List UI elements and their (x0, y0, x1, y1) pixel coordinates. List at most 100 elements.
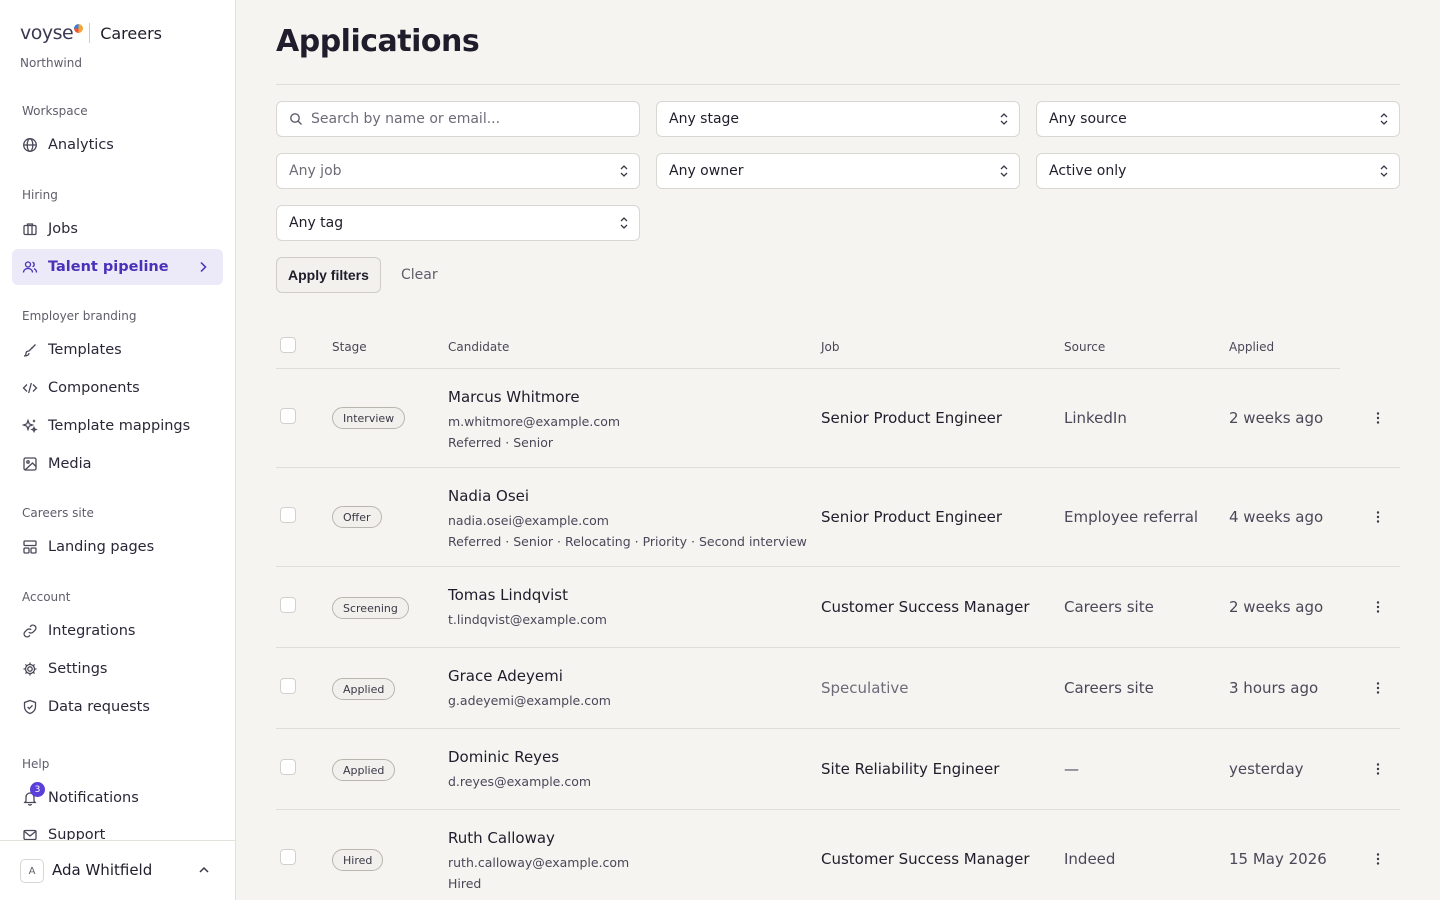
job-select-value: Any job (289, 163, 342, 179)
chevron-up-icon (199, 866, 209, 873)
more-options-icon[interactable] (1370, 680, 1386, 696)
sidebar-item-talent-pipeline[interactable]: Talent pipeline (12, 249, 223, 285)
owner-select[interactable]: Any owner (656, 153, 1020, 189)
users-icon (22, 259, 38, 275)
table-row[interactable]: Applied Grace Adeyemi g.adeyemi@example.… (276, 648, 1400, 729)
applied-date: 2 weeks ago (1229, 598, 1324, 616)
logo[interactable]: voyse (20, 22, 84, 44)
briefcase-icon (22, 221, 38, 237)
select-arrows-icon (620, 217, 628, 229)
sidebar-item-label: Integrations (48, 623, 136, 639)
candidate-email: t.lindqvist@example.com (448, 612, 607, 627)
source-value: Careers site (1064, 679, 1154, 697)
user-menu[interactable]: A Ada Whitfield (0, 840, 235, 900)
avatar: A (20, 859, 44, 883)
stage-select[interactable]: Any stage (656, 101, 1020, 137)
sidebar-item-settings[interactable]: Settings (12, 651, 223, 687)
table-row[interactable]: Offer Nadia Osei nadia.osei@example.com … (276, 468, 1400, 567)
table-header: Stage Candidate Job Source Applied (276, 330, 1340, 369)
column-header-candidate[interactable]: Candidate (448, 340, 509, 354)
stage-badge: Applied (332, 678, 396, 700)
row-checkbox[interactable] (280, 849, 296, 865)
more-options-icon[interactable] (1370, 599, 1386, 615)
source-select[interactable]: Any source (1036, 101, 1400, 137)
search-input[interactable]: Search by name or email... (276, 101, 640, 137)
stage-badge: Offer (332, 506, 382, 528)
sidebar-item-analytics[interactable]: Analytics (12, 127, 223, 163)
org-name: Northwind (20, 56, 82, 70)
sidebar-item-label: Data requests (48, 699, 150, 715)
more-options-icon[interactable] (1370, 509, 1386, 525)
select-arrows-icon (1380, 165, 1388, 177)
candidate-email: nadia.osei@example.com (448, 513, 609, 528)
sidebar-item-components[interactable]: Components (12, 370, 223, 406)
main-content: Applications Search by name or email... … (276, 0, 1400, 900)
clear-filters-button[interactable]: Clear (401, 257, 438, 293)
candidate-name[interactable]: Nadia Osei (448, 487, 529, 505)
brush-icon (22, 342, 38, 358)
stage-badge: Hired (332, 849, 384, 871)
sidebar-item-templates[interactable]: Templates (12, 332, 223, 368)
sidebar-item-label: Components (48, 380, 140, 396)
row-checkbox[interactable] (280, 759, 296, 775)
status-select-value: Active only (1049, 163, 1127, 179)
table-row[interactable]: Hired Ruth Calloway ruth.calloway@exampl… (276, 810, 1400, 900)
job-select[interactable]: Any job (276, 153, 640, 189)
shield-check-icon (22, 699, 38, 715)
table-row[interactable]: Interview Marcus Whitmore m.whitmore@exa… (276, 369, 1400, 468)
more-options-icon[interactable] (1370, 851, 1386, 867)
sidebar-item-support[interactable]: Support (12, 818, 223, 840)
tag-select[interactable]: Any tag (276, 205, 640, 241)
applied-date: 4 weeks ago (1229, 508, 1324, 526)
sparkles-icon (22, 418, 38, 434)
apply-filters-button[interactable]: Apply filters (276, 257, 381, 293)
nav-section-account: Account (22, 590, 71, 604)
select-all-checkbox[interactable] (280, 337, 296, 353)
candidate-email: ruth.calloway@example.com (448, 855, 630, 870)
more-options-icon[interactable] (1370, 410, 1386, 426)
sidebar-item-integrations[interactable]: Integrations (12, 613, 223, 649)
row-checkbox[interactable] (280, 678, 296, 694)
sidebar-item-label: Landing pages (48, 539, 155, 555)
candidate-email: d.reyes@example.com (448, 774, 592, 789)
table-row[interactable]: Applied Dominic Reyes d.reyes@example.co… (276, 729, 1400, 810)
candidate-name[interactable]: Ruth Calloway (448, 829, 555, 847)
more-options-icon[interactable] (1370, 761, 1386, 777)
candidate-name[interactable]: Dominic Reyes (448, 748, 559, 766)
job-title: Senior Product Engineer (821, 409, 1003, 427)
select-arrows-icon (620, 165, 628, 177)
row-checkbox[interactable] (280, 408, 296, 424)
logo-mark-icon (74, 24, 84, 33)
header-divider (276, 84, 1400, 85)
candidate-tags: Referred · Senior (448, 435, 554, 450)
candidate-name[interactable]: Tomas Lindqvist (448, 586, 568, 604)
status-select[interactable]: Active only (1036, 153, 1400, 189)
nav-section-hiring: Hiring (22, 188, 58, 202)
sidebar-item-notifications[interactable]: 3 Notifications (12, 780, 223, 816)
layout-icon (22, 539, 38, 555)
sidebar-item-template-mappings[interactable]: Template mappings (12, 408, 223, 444)
nav-section-employer-branding: Employer branding (22, 309, 137, 323)
column-header-stage[interactable]: Stage (332, 340, 367, 354)
sidebar-item-landing-pages[interactable]: Landing pages (12, 529, 223, 565)
row-checkbox[interactable] (280, 597, 296, 613)
nav-section-help: Help (22, 757, 50, 771)
mail-icon (22, 827, 38, 840)
column-header-job[interactable]: Job (821, 340, 840, 354)
sidebar-item-jobs[interactable]: Jobs (12, 211, 223, 247)
candidate-name[interactable]: Grace Adeyemi (448, 667, 563, 685)
sidebar-item-data-requests[interactable]: Data requests (12, 689, 223, 725)
column-header-applied[interactable]: Applied (1229, 340, 1274, 354)
table-row[interactable]: Screening Tomas Lindqvist t.lindqvist@ex… (276, 567, 1400, 648)
sidebar-item-label: Notifications (48, 790, 139, 806)
candidate-name[interactable]: Marcus Whitmore (448, 388, 580, 406)
link-icon (22, 623, 38, 639)
applied-date: 2 weeks ago (1229, 409, 1324, 427)
source-value: — (1064, 760, 1079, 778)
row-checkbox[interactable] (280, 507, 296, 523)
sidebar-item-media[interactable]: Media (12, 446, 223, 482)
column-header-source[interactable]: Source (1064, 340, 1105, 354)
page-title: Applications (276, 24, 480, 59)
tag-select-value: Any tag (289, 215, 344, 231)
brand: voyse Careers (20, 22, 162, 44)
